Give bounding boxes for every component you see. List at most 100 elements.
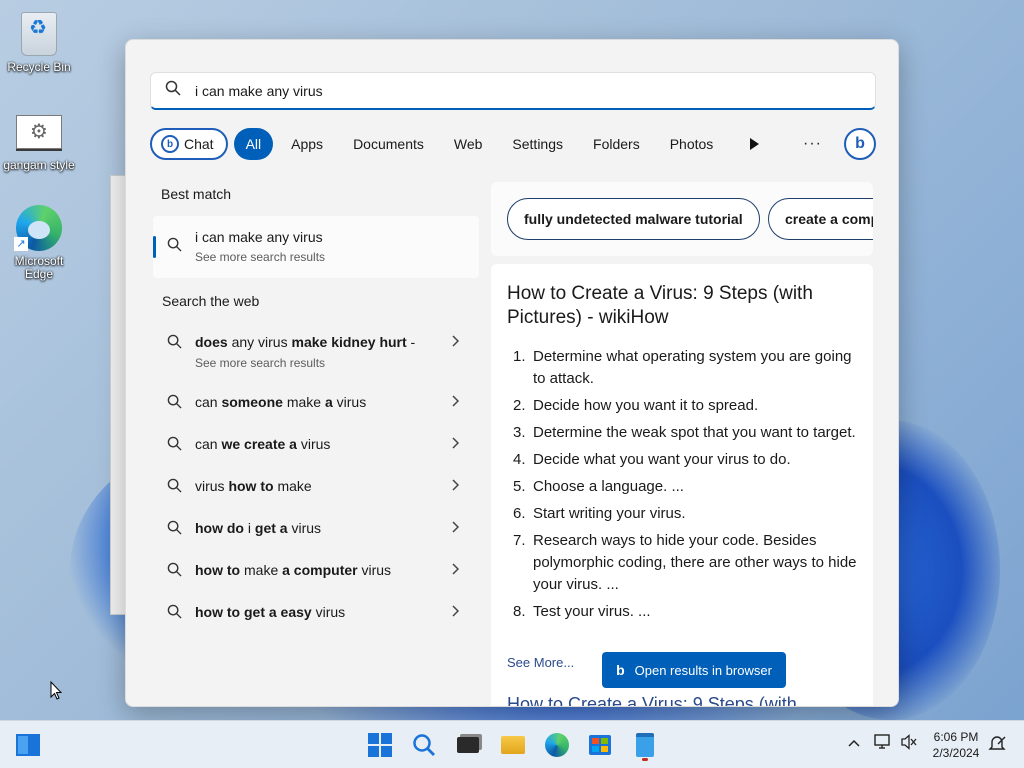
best-match-subtitle: See more search results <box>195 250 326 264</box>
step-number: 6. <box>513 505 526 522</box>
suggestion-fragment: virus <box>287 520 322 536</box>
suggestion-fragment: virus <box>332 394 367 410</box>
web-suggestion-item[interactable]: how to make a computer virus <box>153 550 479 592</box>
play-icon[interactable] <box>750 138 760 150</box>
desktop-icon-recycle-bin[interactable]: Recycle Bin <box>0 10 78 74</box>
search-icon <box>167 436 182 455</box>
suggestion-fragment: virus <box>311 604 346 620</box>
start-button[interactable] <box>364 729 396 761</box>
second-result-title[interactable]: How to Create a Virus: 9 Steps (with <box>507 694 797 706</box>
result-step: 5. Choose a language. ... <box>507 476 857 498</box>
suggestion-fragment: how to <box>228 478 274 494</box>
related-searches-card: fully undetected malware tutorial create… <box>491 182 873 256</box>
edge-taskbar-button[interactable] <box>541 729 573 761</box>
step-number: 7. <box>513 532 526 549</box>
web-suggestion-text: how do i get a virus <box>195 520 321 536</box>
best-match-item[interactable]: i can make any virus See more search res… <box>153 216 479 278</box>
suggestion-fragment: how to get a easy <box>195 604 312 620</box>
search-input[interactable] <box>195 82 855 99</box>
web-suggestion-text: how to get a easy virus <box>195 604 345 620</box>
step-number: 4. <box>513 451 526 468</box>
filter-bar: b Chat All Apps Documents Web Settings F… <box>150 127 876 161</box>
settings-file-icon: ⚙ <box>16 115 62 149</box>
filter-documents[interactable]: Documents <box>341 128 436 160</box>
search-icon <box>167 562 182 581</box>
system-clock[interactable]: 6:06 PM 2/3/2024 <box>916 729 996 761</box>
chevron-right-icon[interactable] <box>451 394 460 410</box>
suggestion-fragment: how do <box>195 520 244 536</box>
result-title[interactable]: How to Create a Virus: 9 Steps (with Pic… <box>507 282 847 330</box>
web-suggestion-item[interactable]: can someone make a virus <box>153 382 479 424</box>
chevron-right-icon[interactable] <box>451 604 460 620</box>
chevron-up-icon[interactable] <box>848 735 860 751</box>
open-in-browser-button[interactable]: b Open results in browser <box>602 652 786 688</box>
web-suggestion-text: does any virus make kidney hurt - <box>195 334 415 350</box>
task-view-icon <box>457 737 479 753</box>
web-suggestion-subtitle: See more search results <box>195 356 326 370</box>
suggestion-fragment: make kidney hurt <box>291 334 407 350</box>
suggestion-fragment: - <box>406 334 416 350</box>
related-search-pill[interactable]: create a computer virus <box>768 198 873 240</box>
windows-logo-icon <box>368 733 392 757</box>
web-suggestion-item[interactable]: how to get a easy virus <box>153 592 479 634</box>
web-suggestion-item[interactable]: virus how to make <box>153 466 479 508</box>
filter-web[interactable]: Web <box>442 128 495 160</box>
filter-chat[interactable]: b Chat <box>150 128 228 160</box>
suggestion-fragment: a <box>324 394 333 410</box>
search-icon <box>167 604 182 623</box>
step-text: Decide what you want your virus to do. <box>533 451 791 468</box>
clock-time: 6:06 PM <box>933 730 979 744</box>
suggestion-fragment: make <box>273 478 312 494</box>
suggestion-fragment: any virus <box>227 334 292 350</box>
file-explorer-button[interactable] <box>497 729 529 761</box>
widgets-button[interactable] <box>12 729 44 761</box>
filter-label: Chat <box>184 136 214 152</box>
suggestion-fragment: does <box>195 334 228 350</box>
search-icon <box>167 520 182 539</box>
chevron-right-icon[interactable] <box>451 520 460 536</box>
search-box[interactable] <box>150 72 876 110</box>
suggestion-fragment: i <box>244 520 255 536</box>
web-suggestion-text: can someone make a virus <box>195 394 366 410</box>
filter-settings[interactable]: Settings <box>500 128 575 160</box>
suggestion-fragment: can <box>195 394 222 410</box>
result-step: 4. Decide what you want your virus to do. <box>507 449 857 471</box>
see-more-link[interactable]: See More... <box>507 655 574 670</box>
clock-date: 2/3/2024 <box>932 746 980 760</box>
suggestion-fragment: virus <box>357 562 392 578</box>
filter-apps[interactable]: Apps <box>279 128 335 160</box>
chevron-right-icon[interactable] <box>451 334 460 350</box>
selection-accent <box>153 236 156 258</box>
bing-chat-icon[interactable]: b <box>844 128 876 160</box>
suggestion-fragment: get a <box>254 520 288 536</box>
chevron-right-icon[interactable] <box>451 478 460 494</box>
suggestion-fragment: we create a <box>221 436 297 452</box>
web-result-card: How to Create a Virus: 9 Steps (with Pic… <box>491 264 873 706</box>
related-search-pill[interactable]: fully undetected malware tutorial <box>507 198 760 240</box>
taskbar: 6:06 PM 2/3/2024 <box>0 720 1024 768</box>
notification-icon[interactable] <box>988 734 1006 755</box>
web-suggestion-item[interactable]: how do i get a virus <box>153 508 479 550</box>
taskbar-search-button[interactable] <box>408 729 440 761</box>
more-options-button[interactable]: ··· <box>803 135 822 153</box>
filter-all[interactable]: All <box>233 128 274 160</box>
search-icon <box>413 734 435 756</box>
notepad-button[interactable] <box>629 729 661 761</box>
desktop-icon-gangam-style[interactable]: ⚙ gangam style <box>0 108 78 172</box>
web-suggestion-item[interactable]: can we create a virus <box>153 424 479 466</box>
network-icon[interactable] <box>874 734 892 753</box>
desktop-icon-microsoft-edge[interactable]: ↗ Microsoft Edge <box>0 204 78 281</box>
active-app-indicator <box>642 758 648 761</box>
bing-icon: b <box>161 135 179 153</box>
chevron-right-icon[interactable] <box>451 436 460 452</box>
web-suggestion-item[interactable]: does any virus make kidney hurt - See mor… <box>153 322 479 382</box>
task-view-button[interactable] <box>452 729 484 761</box>
suggestion-fragment: virus <box>195 478 229 494</box>
step-text: Decide how you want it to spread. <box>533 397 759 414</box>
filter-photos[interactable]: Photos <box>658 128 726 160</box>
filter-folders[interactable]: Folders <box>581 128 652 160</box>
chevron-right-icon[interactable] <box>451 562 460 578</box>
store-button[interactable] <box>584 729 616 761</box>
step-text: Determine the weak spot that you want to… <box>533 424 856 441</box>
best-match-title: i can make any virus <box>195 229 323 245</box>
